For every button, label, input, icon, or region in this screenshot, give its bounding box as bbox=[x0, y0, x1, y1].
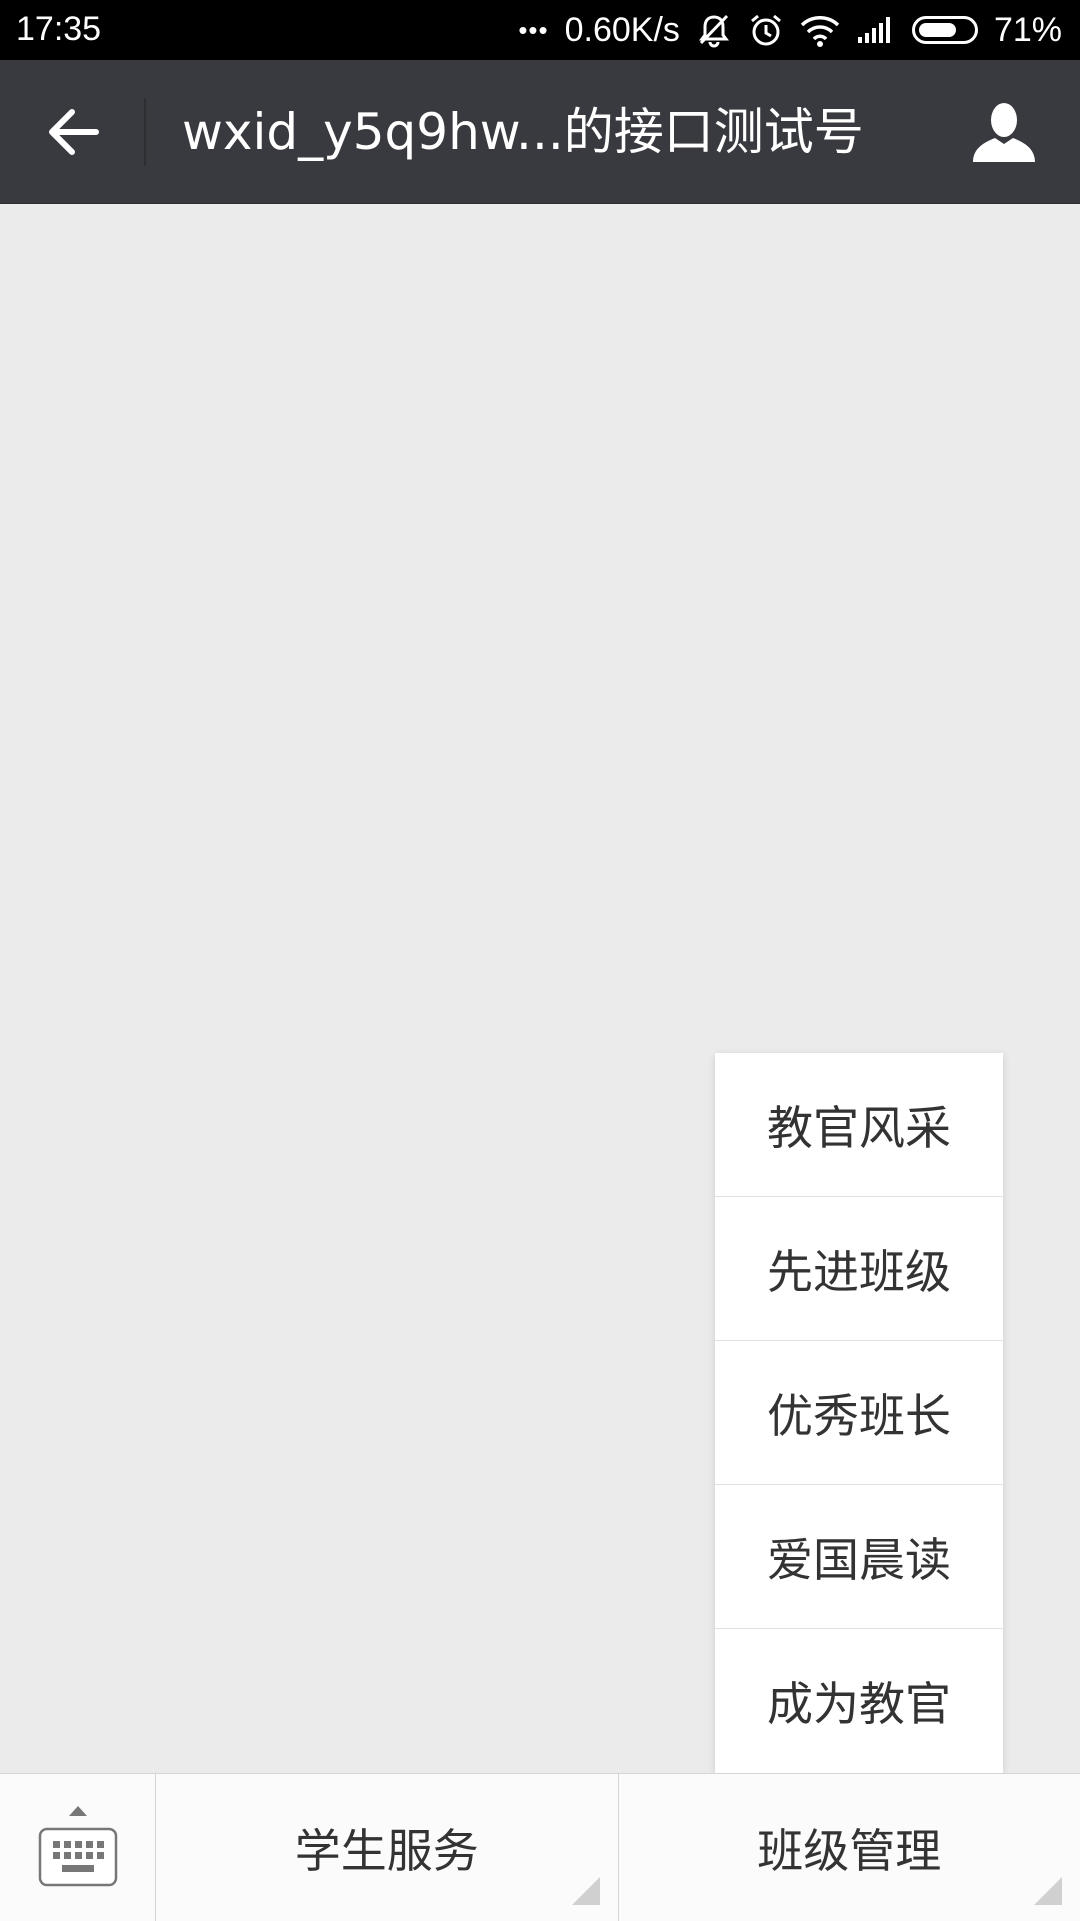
menu-tab-label: 学生服务 bbox=[295, 1815, 479, 1881]
menu-tab-student-services[interactable]: 学生服务 bbox=[156, 1774, 619, 1921]
menu-item-patriotic-reading[interactable]: 爱国晨读 bbox=[715, 1485, 1003, 1629]
battery-icon bbox=[912, 16, 978, 44]
submenu-indicator-icon bbox=[1034, 1877, 1062, 1905]
menu-item-advanced-class[interactable]: 先进班级 bbox=[715, 1197, 1003, 1341]
battery-percent: 71% bbox=[994, 11, 1062, 50]
submenu-popup: 教官风采 先进班级 优秀班长 爱国晨读 成为教官 bbox=[715, 1053, 1003, 1773]
menu-tab-label: 班级管理 bbox=[757, 1815, 941, 1881]
page-title: wxid_y5q9hw...的接口测试号 bbox=[182, 100, 864, 164]
status-bar: 17:35 ••• 0.60K/s bbox=[0, 0, 1080, 60]
keyboard-icon bbox=[38, 1827, 118, 1887]
menu-item-instructor-showcase[interactable]: 教官风采 bbox=[715, 1053, 1003, 1197]
menu-item-become-instructor[interactable]: 成为教官 bbox=[715, 1629, 1003, 1773]
arrow-up-icon bbox=[69, 1806, 87, 1816]
mute-icon bbox=[696, 12, 732, 48]
person-icon bbox=[971, 100, 1037, 164]
back-arrow-icon bbox=[46, 107, 100, 157]
menu-tab-class-management[interactable]: 班级管理 bbox=[619, 1774, 1080, 1921]
title-bar: wxid_y5q9hw...的接口测试号 bbox=[0, 60, 1080, 204]
status-indicators: ••• 0.60K/s bbox=[518, 8, 1062, 52]
wifi-icon bbox=[800, 13, 840, 47]
keyboard-switch-button[interactable] bbox=[0, 1774, 156, 1921]
network-speed: 0.60K/s bbox=[565, 11, 680, 50]
status-dots: ••• bbox=[518, 15, 548, 46]
signal-icon bbox=[856, 15, 896, 45]
submenu-indicator-icon bbox=[572, 1877, 600, 1905]
status-time: 17:35 bbox=[16, 10, 101, 49]
alarm-icon bbox=[748, 12, 784, 48]
back-button[interactable] bbox=[30, 92, 116, 172]
title-divider bbox=[144, 98, 146, 166]
menu-item-outstanding-monitor[interactable]: 优秀班长 bbox=[715, 1341, 1003, 1485]
bottom-menu-bar: 学生服务 班级管理 bbox=[0, 1773, 1080, 1921]
profile-button[interactable] bbox=[968, 96, 1040, 168]
